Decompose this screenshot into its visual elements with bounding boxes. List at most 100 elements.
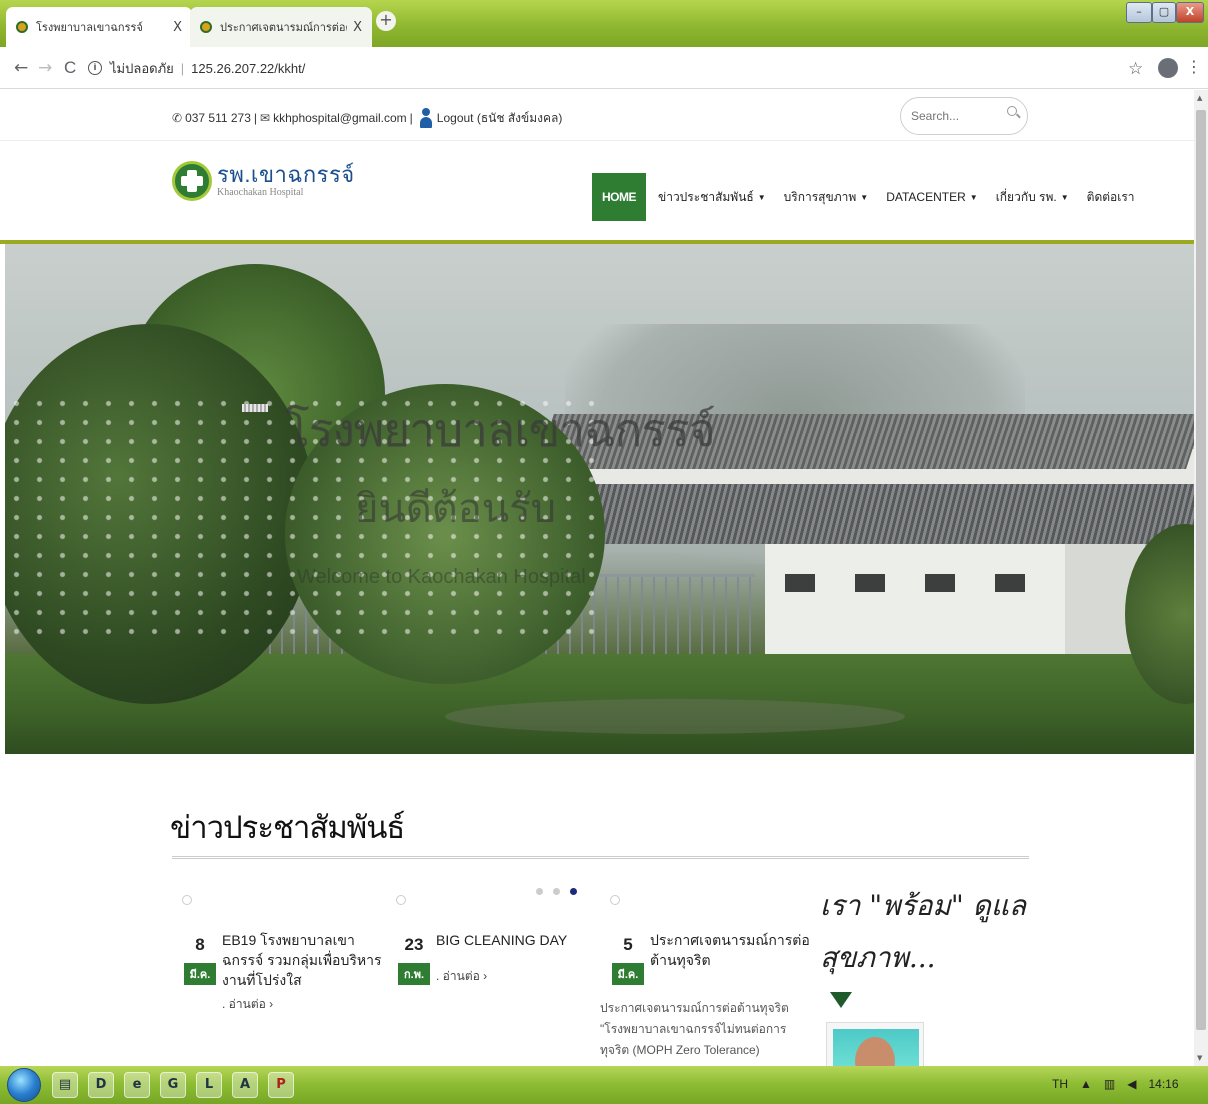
close-window-button[interactable]: X bbox=[1176, 2, 1204, 23]
staff-photo-card[interactable] bbox=[826, 1022, 924, 1066]
minimize-button[interactable]: – bbox=[1126, 2, 1152, 23]
phone-icon: ✆ bbox=[172, 111, 183, 125]
radio-indicator bbox=[182, 895, 192, 905]
chevron-down-icon: ▼ bbox=[860, 192, 869, 202]
carousel-dot-active[interactable] bbox=[570, 888, 577, 895]
hospital-favicon-icon bbox=[16, 21, 28, 33]
language-indicator[interactable]: TH bbox=[1052, 1077, 1068, 1091]
hero-caption: โรงพยาบาลเขาฉกรรจ์ ยินดีต้อนรับ Welcome … bbox=[5, 244, 1195, 754]
hero-title: โรงพยาบาลเขาฉกรรจ์ bbox=[285, 403, 716, 457]
logo-name-en: Khaochakan Hospital bbox=[217, 187, 304, 198]
hospital-favicon-icon bbox=[200, 21, 212, 33]
pdf-icon[interactable]: P bbox=[268, 1072, 294, 1098]
close-icon[interactable]: X bbox=[353, 20, 362, 35]
read-more-link[interactable]: . อ่านต่อ › bbox=[222, 995, 273, 1014]
carousel-dot[interactable] bbox=[536, 888, 543, 895]
logo-name-th: รพ.เขาฉกรรจ์ bbox=[217, 162, 355, 187]
site-header: รพ.เขาฉกรรจ์ Khaochakan Hospital HOME ข่… bbox=[0, 140, 1195, 240]
news-card[interactable]: 8 มี.ค. EB19 โรงพยาบาลเขาฉกรรจ์ รวมกลุ่ม… bbox=[172, 895, 381, 1011]
security-label: ไม่ปลอดภัย bbox=[110, 60, 174, 76]
search-icon[interactable] bbox=[1007, 106, 1017, 116]
hero-banner: โรงพยาบาลเขาฉกรรจ์ ยินดีต้อนรับ Welcome … bbox=[5, 244, 1195, 754]
windows-taskbar: ▤ D e G L A P TH ▲ ▥ ◀ 14:16 bbox=[0, 1066, 1208, 1104]
news-title[interactable]: ประกาศเจตนารมณ์การต่อต้านทุจริต bbox=[650, 930, 810, 970]
news-day: 5 bbox=[623, 935, 633, 954]
page-viewport: ✆ 037 511 273 | ✉ kkhphospital@gmail.com… bbox=[0, 90, 1208, 1066]
news-day: 23 bbox=[404, 935, 424, 954]
hero-subtitle-th: ยินดีต้อนรับ bbox=[355, 486, 556, 532]
news-title[interactable]: EB19 โรงพยาบาลเขาฉกรรจ์ รวมกลุ่มเพื่อบริ… bbox=[222, 930, 382, 990]
page-scrollbar[interactable]: ▲ ▼ bbox=[1194, 90, 1208, 1066]
reload-button[interactable]: C bbox=[64, 58, 76, 78]
nav-item-label: เกี่ยวกับ รพ. bbox=[995, 189, 1057, 204]
main-nav: HOME ข่าวประชาสัมพันธ์ ▼ บริการสุขภาพ ▼ DA… bbox=[592, 173, 1153, 221]
network-icon[interactable]: ▥ bbox=[1104, 1077, 1115, 1091]
email-link[interactable]: kkhphospital@gmail.com bbox=[273, 111, 407, 125]
news-title[interactable]: BIG CLEANING DAY bbox=[436, 930, 596, 950]
chrome-icon[interactable]: G bbox=[160, 1072, 186, 1098]
address-bar: ← → C i ไม่ปลอดภัย | 125.26.207.22/kkht/… bbox=[0, 47, 1208, 89]
chevron-down-icon: ▼ bbox=[1060, 192, 1069, 202]
profile-avatar[interactable] bbox=[1158, 58, 1178, 78]
carousel-dot[interactable] bbox=[553, 888, 560, 895]
clock[interactable]: 14:16 bbox=[1148, 1077, 1178, 1091]
read-more-link[interactable]: . อ่านต่อ › bbox=[436, 967, 487, 986]
new-tab-button[interactable]: + bbox=[376, 11, 396, 31]
nav-item-about[interactable]: เกี่ยวกับ รพ. ▼ bbox=[996, 188, 1069, 207]
banner-line-2: สุขภาพ... bbox=[820, 941, 936, 974]
url-separator: | bbox=[180, 60, 185, 76]
url-text: 125.26.207.22/kkht/ bbox=[191, 60, 306, 76]
system-tray: TH ▲ ▥ ◀ 14:16 bbox=[1052, 1077, 1191, 1091]
news-month: ก.พ. bbox=[398, 963, 430, 985]
taskbar-app-icon[interactable]: D bbox=[88, 1072, 114, 1098]
radio-indicator bbox=[610, 895, 620, 905]
info-icon[interactable]: i bbox=[88, 61, 102, 75]
scroll-down-icon[interactable]: ▼ bbox=[1197, 1054, 1202, 1062]
scrollbar-thumb[interactable] bbox=[1196, 110, 1206, 1030]
news-date: 23 ก.พ. bbox=[398, 935, 430, 985]
health-banner[interactable]: เรา "พร้อม" ดูแล สุขภาพ... bbox=[820, 880, 1030, 1066]
close-icon[interactable]: X bbox=[173, 20, 182, 35]
news-month: มี.ค. bbox=[184, 963, 216, 985]
nav-item-contact[interactable]: ติดต่อเรา bbox=[1087, 188, 1135, 207]
browser-tab-strip: โรงพยาบาลเขาฉกรรจ์ X ประกาศเจตนารมณ์การต… bbox=[0, 0, 1208, 47]
scroll-up-icon[interactable]: ▲ bbox=[1197, 94, 1202, 102]
contact-info: ✆ 037 511 273 | ✉ kkhphospital@gmail.com… bbox=[172, 108, 562, 128]
hero-decoration bbox=[242, 404, 268, 412]
site-topbar: ✆ 037 511 273 | ✉ kkhphospital@gmail.com… bbox=[0, 90, 1195, 140]
bookmark-star-icon[interactable]: ☆ bbox=[1128, 59, 1143, 79]
logout-link[interactable]: Logout (ธนัช สังข์มงคล) bbox=[437, 109, 563, 128]
url-input[interactable]: i ไม่ปลอดภัย | 125.26.207.22/kkht/ bbox=[88, 54, 1108, 82]
phone-number: 037 511 273 bbox=[185, 111, 251, 125]
start-button[interactable] bbox=[7, 1068, 41, 1102]
news-divider bbox=[172, 856, 1029, 859]
nav-item-datacenter[interactable]: DATACENTER ▼ bbox=[886, 190, 977, 204]
banner-line-1: เรา "พร้อม" ดูแล bbox=[820, 889, 1027, 922]
nav-item-news[interactable]: ข่าวประชาสัมพันธ์ ▼ bbox=[658, 188, 766, 207]
maximize-button[interactable]: ▢ bbox=[1152, 2, 1176, 23]
news-month: มี.ค. bbox=[612, 963, 644, 985]
volume-icon[interactable]: ◀ bbox=[1127, 1077, 1136, 1091]
news-section-heading: ข่าวประชาสัมพันธ์ bbox=[170, 810, 405, 846]
browser-tab-anticorruption[interactable]: ประกาศเจตนารมณ์การต่อต้านทุจริต X bbox=[190, 7, 372, 47]
nav-item-health-services[interactable]: บริการสุขภาพ ▼ bbox=[784, 188, 869, 207]
news-card[interactable]: 5 มี.ค. ประกาศเจตนารมณ์การต่อต้านทุจริต … bbox=[600, 895, 810, 1066]
forward-button[interactable]: → bbox=[38, 58, 52, 78]
browser-menu-icon[interactable]: ⋮ bbox=[1186, 57, 1202, 77]
line-icon[interactable]: L bbox=[196, 1072, 222, 1098]
news-date: 5 มี.ค. bbox=[612, 935, 644, 985]
back-button[interactable]: ← bbox=[14, 58, 28, 78]
taskbar-app-icon[interactable]: A bbox=[232, 1072, 258, 1098]
nav-item-home[interactable]: HOME bbox=[592, 173, 646, 221]
site-search-input[interactable] bbox=[900, 97, 1028, 135]
hero-subtitle-en: Welcome to Kaochakan Hospital bbox=[297, 566, 586, 588]
news-card[interactable]: 23 ก.พ. BIG CLEANING DAY . อ่านต่อ › bbox=[386, 895, 586, 985]
browser-tab-hospital[interactable]: โรงพยาบาลเขาฉกรรจ์ X bbox=[6, 7, 192, 47]
ie-icon[interactable]: e bbox=[124, 1072, 150, 1098]
chevron-down-icon: ▼ bbox=[757, 192, 766, 202]
site-logo[interactable]: รพ.เขาฉกรรจ์ Khaochakan Hospital bbox=[172, 161, 355, 201]
explorer-icon[interactable]: ▤ bbox=[52, 1072, 78, 1098]
show-hidden-icons-icon[interactable]: ▲ bbox=[1080, 1077, 1092, 1091]
news-day: 8 bbox=[195, 935, 205, 954]
radio-indicator bbox=[396, 895, 406, 905]
